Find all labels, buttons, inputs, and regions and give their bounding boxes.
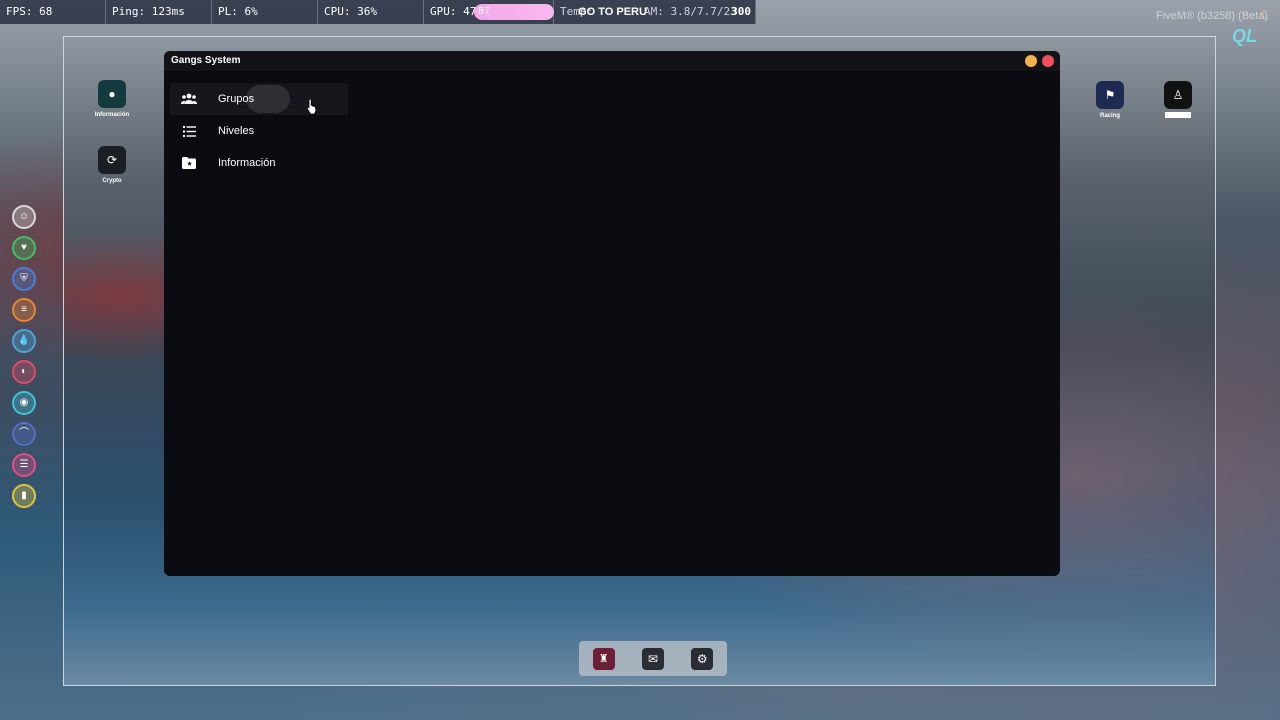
packet-loss-readout: PL: 6% <box>212 0 318 24</box>
minimize-button[interactable] <box>1025 55 1037 67</box>
window-title: Gangs System <box>171 55 241 66</box>
close-button[interactable] <box>1042 55 1054 67</box>
info-icon: ● <box>98 80 126 108</box>
hand-cursor-icon <box>306 99 317 115</box>
announcement-banner: GO TO PERU <box>578 6 647 18</box>
fivem-watermark: FiveM® (b3258) (Beta) <box>1155 10 1268 22</box>
hud-status-circle: ≡ <box>12 298 36 322</box>
gangs-system-window: Gangs System Grupos Niveles Información <box>164 51 1060 576</box>
ram-tail: 300 <box>731 5 751 18</box>
window-titlebar: Gangs System <box>164 51 1060 71</box>
dock-gang-button[interactable]: ♜ <box>592 647 615 670</box>
hud-status-circle: ⌒ <box>12 422 36 446</box>
moon-icon: ☾ <box>1260 9 1270 21</box>
hud-status-circle: ☰ <box>12 453 36 477</box>
hud-status-circle: 💧 <box>12 329 36 353</box>
performance-bar: FPS: 68 Ping: 123ms PL: 6% CPU: 36% GPU:… <box>0 0 756 24</box>
cpu-readout: CPU: 36% <box>318 0 424 24</box>
sidebar-menu: Grupos Niveles Información <box>170 83 348 179</box>
sidebar-item-niveles[interactable]: Niveles <box>170 115 348 147</box>
app-crypto-label: Crypto <box>102 178 122 184</box>
app-racing[interactable]: ⚑ Racing <box>1090 81 1130 119</box>
flag-icon: ⚑ <box>1096 81 1124 109</box>
hud-status-circle: ♥ <box>12 236 36 260</box>
gang-icon: ♜ <box>598 653 609 665</box>
sidebar-item-label: Información <box>218 157 276 169</box>
fps-readout: FPS: 68 <box>0 0 106 24</box>
hud-status-circle: ⛨ <box>12 267 36 291</box>
sidebar-item-informacion[interactable]: Información <box>170 147 348 179</box>
crypto-icon: ⟳ <box>98 146 126 174</box>
app-informacion-label: Información <box>94 112 130 118</box>
temp-ram-readout: Temp: AM: 3.8/7.7/23. GO TO PERU 300 <box>554 0 756 24</box>
app-icon: ♙ <box>1164 81 1192 109</box>
mail-icon: ✉ <box>647 651 659 666</box>
settings-icon: ⚙ <box>696 651 708 666</box>
bottom-dock: ♜ ✉ ⚙ <box>579 641 727 676</box>
app-racing-label: Racing <box>1099 113 1120 119</box>
app-unknown[interactable]: ♙ <box>1158 81 1198 109</box>
app-label-bar <box>1165 112 1191 118</box>
server-logo: QL <box>1232 26 1257 46</box>
hud-status-circle: ◐ <box>12 360 36 384</box>
click-ripple <box>246 85 290 113</box>
ping-readout: Ping: 123ms <box>106 0 212 24</box>
sidebar-item-label: Niveles <box>218 125 255 137</box>
app-crypto[interactable]: ⟳ Crypto <box>92 146 132 184</box>
dock-mail-button[interactable]: ✉ <box>641 647 664 670</box>
app-informacion[interactable]: ● Información <box>92 80 132 118</box>
dock-settings-button[interactable]: ⚙ <box>691 647 714 670</box>
hud-status-circle: ☺ <box>12 205 36 229</box>
hud-status-circle: ▮ <box>12 484 36 508</box>
sidebar-item-grupos[interactable]: Grupos <box>170 83 348 115</box>
group-icon <box>170 93 208 105</box>
folder-star-icon <box>170 157 208 169</box>
list-icon <box>170 125 208 137</box>
hud-status-circle: ◉ <box>12 391 36 415</box>
